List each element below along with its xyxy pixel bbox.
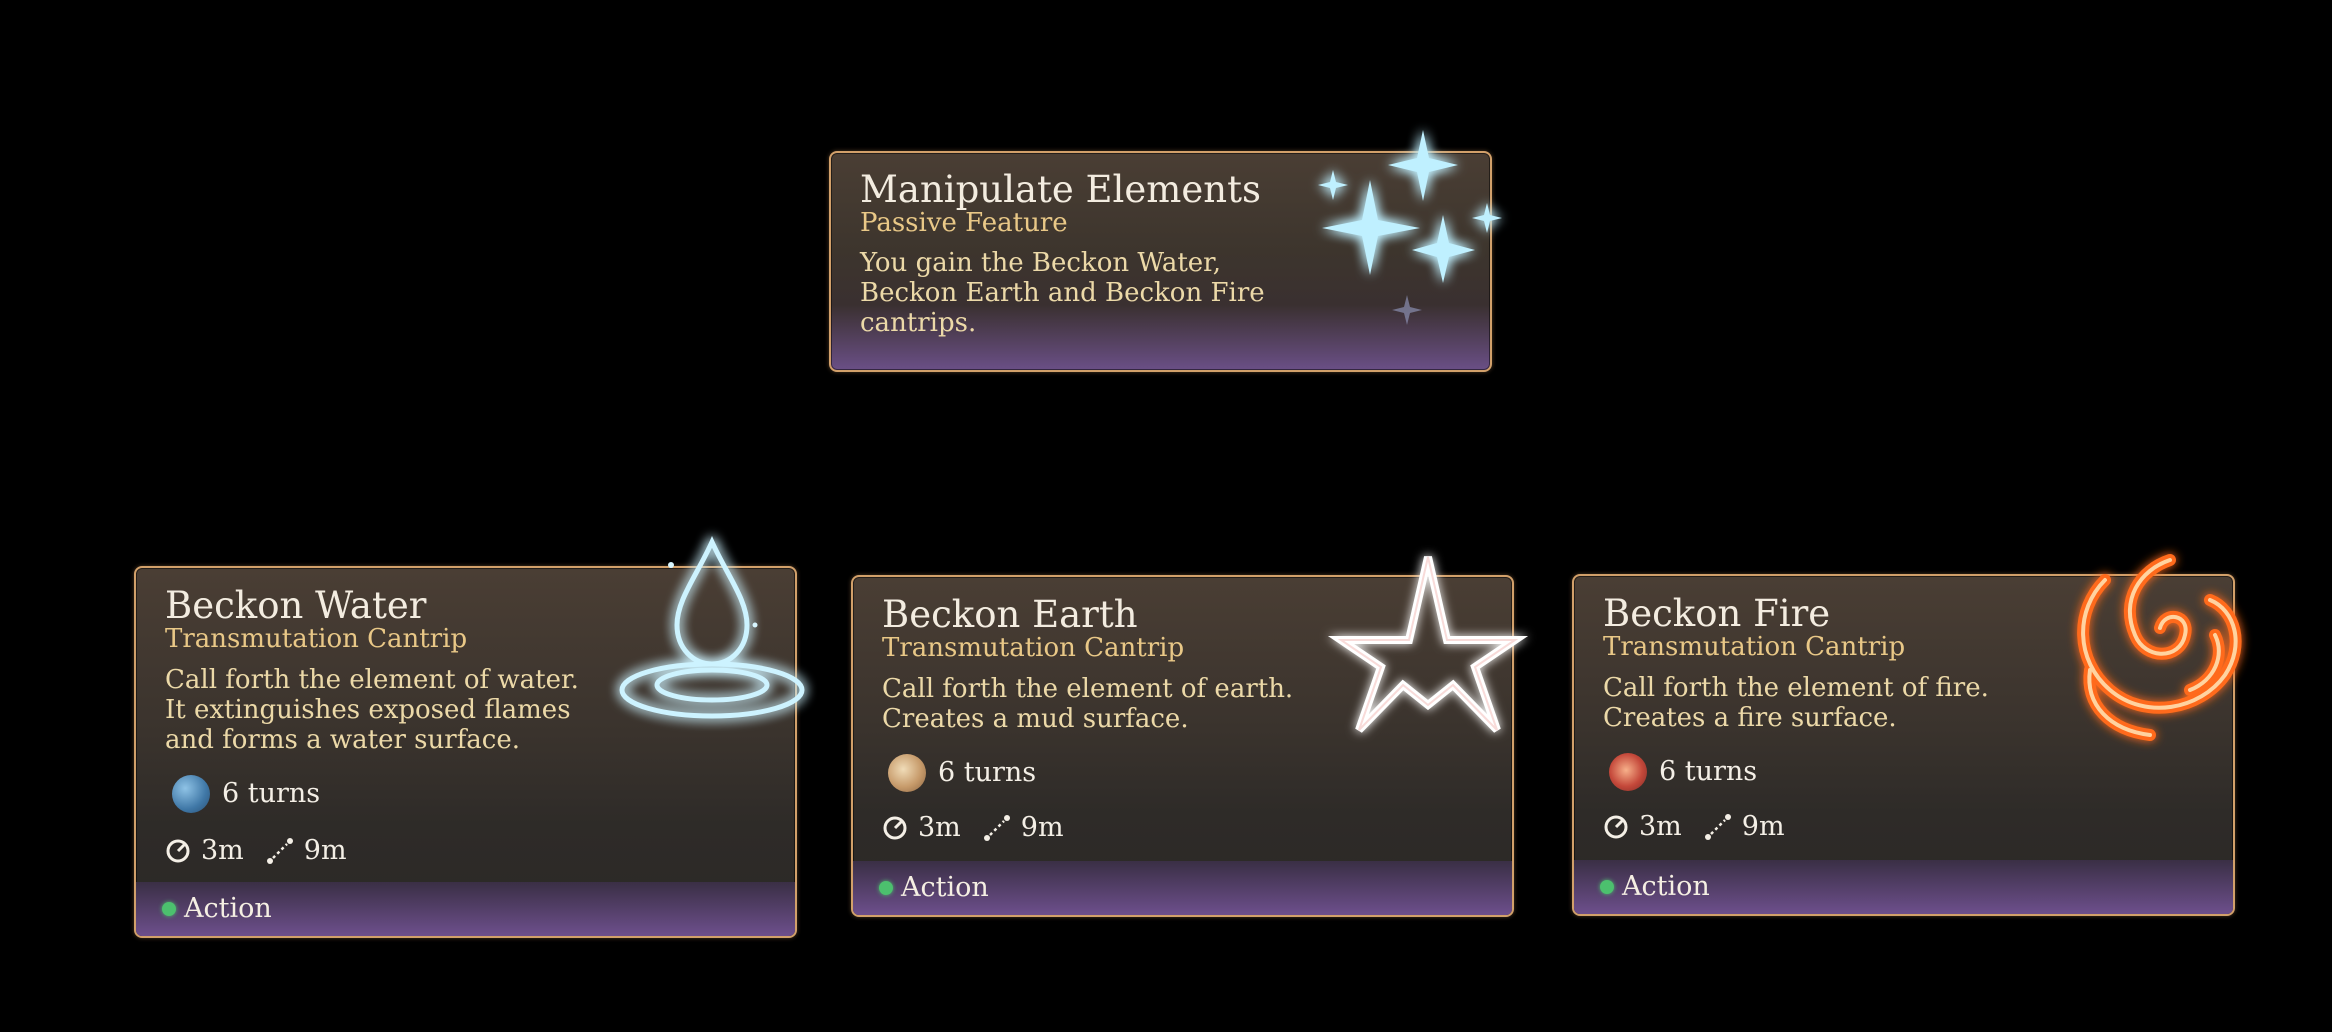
range-icon <box>1704 814 1731 840</box>
radius-value: 3m <box>201 835 244 866</box>
radius-value: 3m <box>1639 811 1682 842</box>
radius-value: 3m <box>918 812 961 843</box>
duration-value: 6 turns <box>222 778 321 809</box>
range-icon <box>983 815 1010 841</box>
duration-value: 6 turns <box>938 757 1037 788</box>
water-drop-icon <box>619 535 805 719</box>
passive-subtitle: Passive Feature <box>860 208 1068 238</box>
radius-icon <box>166 839 190 863</box>
radius-icon <box>883 816 907 840</box>
spell-subtitle: Transmutation Cantrip <box>882 633 1185 663</box>
spell-description: Call forth the element of water. It exti… <box>165 665 579 755</box>
duration-row: 6 turns <box>172 775 320 813</box>
duration-row: 6 turns <box>1609 753 1757 791</box>
passive-description: You gain the Beckon Water, Beckon Earth … <box>860 248 1265 338</box>
passive-title: Manipulate Elements <box>860 168 1261 211</box>
spell-description: Call forth the element of earth. Creates… <box>882 674 1294 734</box>
sparkles-icon <box>1318 130 1502 325</box>
action-cost: Action <box>162 894 272 924</box>
range-value: 9m <box>303 835 347 866</box>
spell-title: Beckon Fire <box>1603 592 1831 635</box>
range-icon <box>266 838 293 864</box>
spell-title: Beckon Water <box>165 584 427 627</box>
duration-row: 6 turns <box>888 754 1036 792</box>
spell-subtitle: Transmutation Cantrip <box>165 624 468 654</box>
range-value: 9m <box>1020 812 1064 843</box>
action-dot-icon <box>879 881 893 895</box>
spell-description: Call forth the element of fire. Creates … <box>1603 673 1989 733</box>
range-row: 3m 9m <box>1603 812 1785 842</box>
flame-icon <box>2077 554 2242 741</box>
mud-surface-icon <box>888 754 926 792</box>
range-value: 9m <box>1741 811 1785 842</box>
range-row: 3m 9m <box>165 836 347 866</box>
range-row: 3m 9m <box>882 813 1064 843</box>
fire-surface-icon <box>1609 753 1647 791</box>
action-dot-icon <box>1600 880 1614 894</box>
action-cost: Action <box>879 873 989 903</box>
action-dot-icon <box>162 902 176 916</box>
duration-value: 6 turns <box>1659 756 1758 787</box>
spell-title: Beckon Earth <box>882 593 1138 636</box>
water-surface-icon <box>172 775 210 813</box>
action-cost: Action <box>1600 872 1710 902</box>
radius-icon <box>1604 815 1628 839</box>
spell-subtitle: Transmutation Cantrip <box>1603 632 1906 662</box>
earth-peak-icon <box>1327 556 1529 733</box>
